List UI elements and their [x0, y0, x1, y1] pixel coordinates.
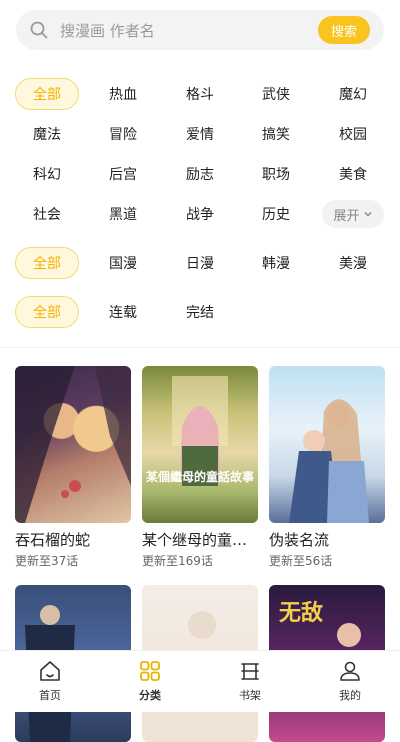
genre-chip[interactable]: 武侠: [244, 78, 308, 110]
user-icon: [340, 661, 360, 681]
comic-update-status: 更新至37话: [15, 554, 79, 568]
nav-category[interactable]: 分类: [100, 651, 200, 712]
comic-cover[interactable]: [15, 366, 131, 523]
cover-illustration: [15, 366, 131, 523]
nav-label: 分类: [139, 689, 161, 702]
search-input[interactable]: [58, 10, 312, 52]
home-icon: [40, 661, 60, 681]
genre-chip[interactable]: 冒险: [91, 118, 155, 150]
divider: [0, 347, 400, 348]
status-row: 全部 连载 完结: [0, 296, 400, 328]
genre-chip[interactable]: 魔幻: [321, 78, 385, 110]
search-icon: [30, 21, 48, 39]
genre-row-4: 社会 黑道 战争 历史 展开: [0, 198, 400, 230]
cover-title-art: 无敌: [279, 600, 323, 626]
genre-chip[interactable]: 励志: [168, 158, 232, 190]
genre-chip[interactable]: 科幻: [15, 158, 79, 190]
cover-illustration: 某個繼母的童話故事: [146, 376, 254, 486]
category-grid-icon: [140, 661, 160, 681]
genre-chip[interactable]: 社会: [15, 198, 79, 230]
nav-label: 我的: [339, 689, 361, 702]
expand-label: 展开: [333, 208, 360, 224]
comic-card[interactable]: 吞石榴的蛇 更新至37话: [15, 366, 131, 569]
comic-cover[interactable]: [269, 366, 385, 523]
search-button[interactable]: 搜索: [318, 16, 370, 44]
genre-chip[interactable]: 热血: [91, 78, 155, 110]
cover-title-art: 某個繼母的童話故事: [146, 469, 254, 484]
region-chip[interactable]: 国漫: [91, 247, 155, 279]
comic-card[interactable]: 伪装名流 更新至56话: [269, 366, 385, 569]
comic-title: 吞石榴的蛇: [15, 531, 91, 549]
comic-card[interactable]: 某個繼母的童話故事 某个继母的童… 更新至169话: [142, 366, 258, 569]
bottom-nav: 首页 分类 书架 我的: [0, 650, 400, 712]
chevron-down-icon: [364, 212, 371, 217]
comic-update-status: 更新至169话: [142, 554, 213, 568]
comic-title: 某个继母的童…: [142, 531, 248, 549]
genre-chip[interactable]: 后宫: [91, 158, 155, 190]
nav-bookshelf[interactable]: 书架: [200, 651, 300, 712]
genre-chip[interactable]: 职场: [244, 158, 308, 190]
cover-illustration: [289, 399, 369, 523]
genre-chip[interactable]: 格斗: [168, 78, 232, 110]
status-chip[interactable]: 连载: [91, 296, 155, 328]
genre-chip[interactable]: 爱情: [168, 118, 232, 150]
region-row: 全部 国漫 日漫 韩漫 美漫: [0, 247, 400, 279]
genre-chip[interactable]: 战争: [168, 198, 232, 230]
region-chip-all[interactable]: 全部: [15, 247, 79, 279]
comic-cover[interactable]: 某個繼母的童話故事: [142, 366, 258, 523]
comic-title: 伪装名流: [269, 531, 330, 549]
region-chip[interactable]: 美漫: [321, 247, 385, 279]
genre-row-2: 魔法 冒险 爱情 搞笑 校园: [0, 118, 400, 150]
nav-label: 首页: [39, 689, 61, 702]
nav-home[interactable]: 首页: [0, 651, 100, 712]
expand-button[interactable]: 展开: [322, 200, 384, 228]
region-chip[interactable]: 韩漫: [244, 247, 308, 279]
nav-profile[interactable]: 我的: [300, 651, 400, 712]
bookshelf-icon: [241, 663, 259, 680]
genre-row-1: 全部 热血 格斗 武侠 魔幻: [0, 78, 400, 110]
genre-chip[interactable]: 黑道: [91, 198, 155, 230]
status-chip[interactable]: 完结: [168, 296, 232, 328]
genre-chip[interactable]: 魔法: [15, 118, 79, 150]
nav-label: 书架: [239, 689, 261, 702]
genre-chip[interactable]: 搞笑: [244, 118, 308, 150]
status-chip-all[interactable]: 全部: [15, 296, 79, 328]
search-bar[interactable]: 搜索: [16, 10, 384, 52]
comic-update-status: 更新至56话: [269, 554, 333, 568]
genre-row-3: 科幻 后宫 励志 职场 美食: [0, 158, 400, 190]
genre-chip-all[interactable]: 全部: [15, 78, 79, 110]
region-chip[interactable]: 日漫: [168, 247, 232, 279]
genre-chip[interactable]: 美食: [321, 158, 385, 190]
genre-chip[interactable]: 历史: [244, 198, 308, 230]
genre-chip[interactable]: 校园: [321, 118, 385, 150]
